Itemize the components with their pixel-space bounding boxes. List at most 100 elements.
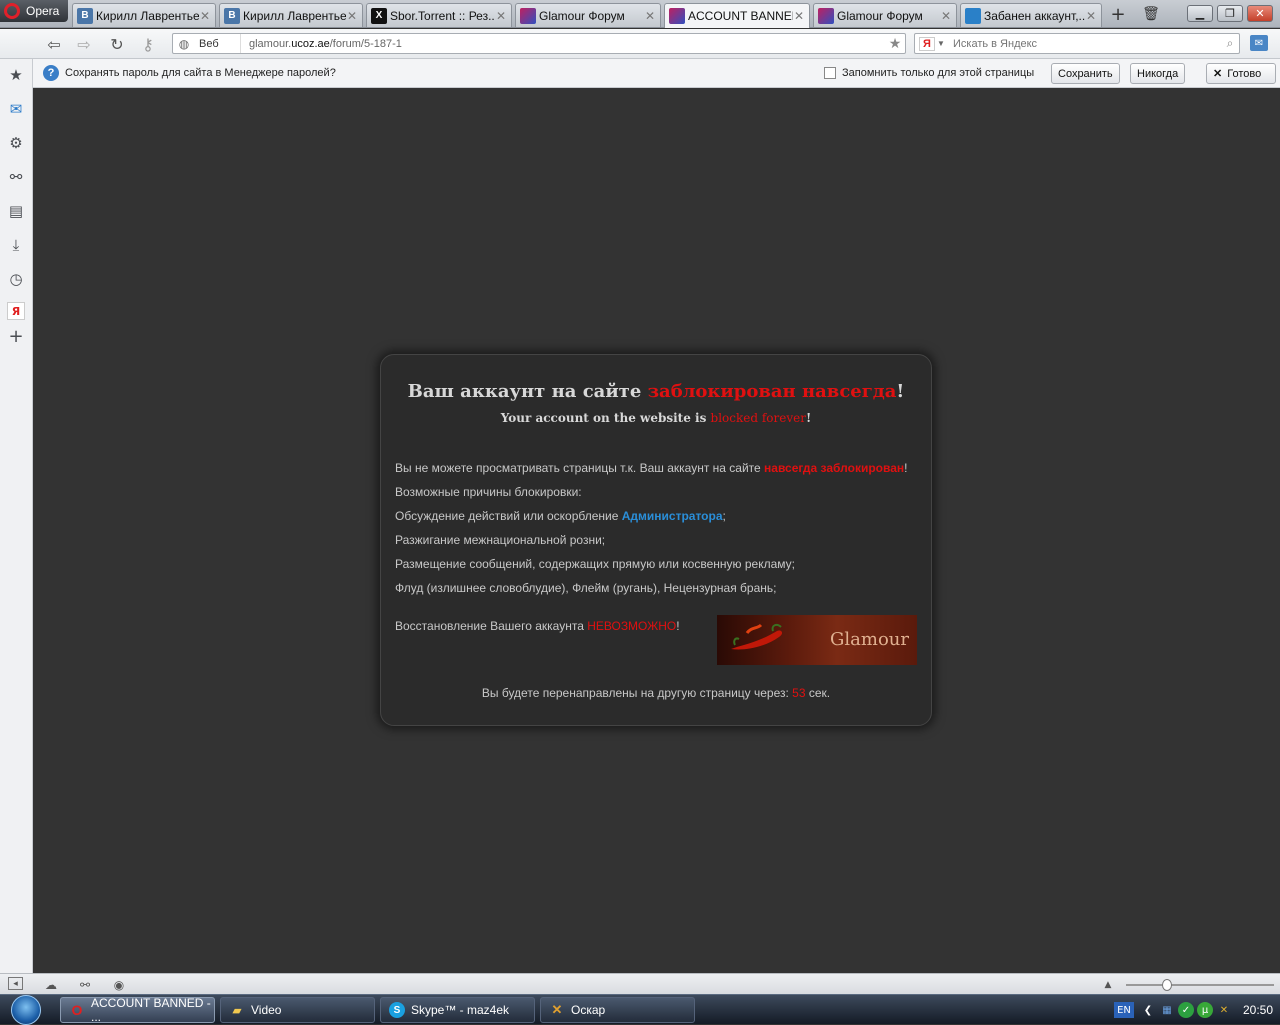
remember-checkbox[interactable] bbox=[824, 67, 836, 79]
utorrent-icon[interactable]: µ bbox=[1197, 1002, 1213, 1018]
key-icon[interactable]: ⚷ bbox=[137, 34, 159, 54]
oscar-icon: ✕ bbox=[551, 1002, 563, 1017]
address-toolbar: ⇦ ⇨ ↻ ⚷ ◍ Веб glamour.ucoz.ae/forum/5-18… bbox=[0, 29, 1280, 59]
zoom-slider[interactable] bbox=[1126, 979, 1274, 991]
web-label[interactable]: Веб bbox=[195, 34, 241, 53]
search-field[interactable]: Я ▼ ⌕ bbox=[914, 33, 1240, 54]
chevron-left-icon[interactable]: ❮ bbox=[1140, 1002, 1156, 1018]
tab-label: Забанен аккаунт,... bbox=[984, 8, 1085, 23]
tab-label: Glamour Форум bbox=[539, 8, 625, 23]
tab-glamour-forum-1[interactable]: Glamour Форум ✕ bbox=[515, 3, 661, 27]
bookmark-star-icon[interactable]: ★ bbox=[885, 35, 905, 52]
add-panel-icon[interactable]: + bbox=[7, 326, 25, 347]
unite-icon[interactable]: ⚯ bbox=[7, 168, 25, 186]
notice-suffix: ! bbox=[904, 461, 908, 475]
taskbar-item-oscar[interactable]: ✕ Оскар bbox=[540, 997, 695, 1023]
new-tab-button[interactable]: + bbox=[1108, 4, 1128, 25]
tab-ucoz-banned[interactable]: Забанен аккаунт,... ✕ bbox=[960, 3, 1102, 27]
glamour-icon bbox=[520, 7, 536, 24]
subtitle-suffix: ! bbox=[806, 411, 812, 425]
restore-button[interactable]: ❐ bbox=[1217, 5, 1243, 22]
mail-icon[interactable]: ✉ bbox=[1250, 35, 1268, 51]
opera-menu-button[interactable]: Opera bbox=[0, 0, 68, 22]
address-field[interactable]: ◍ Веб glamour.ucoz.ae/forum/5-187-1 ★ bbox=[172, 33, 906, 54]
tab-vk-1[interactable]: B Кирилл Лаврентьев ✕ bbox=[72, 3, 216, 27]
history-clock-icon[interactable]: ◷ bbox=[7, 270, 25, 288]
yandex-icon[interactable]: Я bbox=[7, 302, 25, 320]
close-icon[interactable]: ✕ bbox=[1085, 9, 1097, 23]
vk-icon: B bbox=[77, 7, 93, 24]
search-icon[interactable]: ⌕ bbox=[1221, 36, 1239, 51]
zoom-slider-thumb[interactable] bbox=[1162, 979, 1173, 991]
taskbar-item-opera[interactable]: O ACCOUNT BANNED - ... bbox=[60, 996, 215, 1024]
notes-icon[interactable]: ▤ bbox=[7, 202, 25, 220]
tab-bar: Opera B Кирилл Лаврентьев ✕ B Кирилл Лав… bbox=[0, 0, 1280, 28]
save-button[interactable]: Сохранить bbox=[1051, 63, 1120, 84]
done-label: Готово bbox=[1227, 67, 1262, 80]
mail-icon[interactable]: ✉ bbox=[7, 100, 25, 118]
close-icon[interactable]: ✕ bbox=[199, 9, 211, 23]
close-icon[interactable]: ✕ bbox=[940, 9, 952, 23]
close-icon: ✕ bbox=[1213, 68, 1223, 80]
tab-vk-2[interactable]: B Кирилл Лаврентьев ✕ bbox=[219, 3, 363, 27]
remember-checkbox-label[interactable]: Запомнить только для этой страницы bbox=[842, 67, 1034, 79]
taskbar-item-video-folder[interactable]: ▰ Video bbox=[220, 997, 375, 1023]
info-icon: ? bbox=[43, 65, 59, 81]
notice-prefix: Вы не можете просматривать страницы т.к.… bbox=[395, 461, 765, 475]
glamour-icon bbox=[669, 8, 685, 24]
reload-icon[interactable]: ↻ bbox=[106, 34, 128, 54]
tab-account-banned[interactable]: ACCOUNT BANNED ✕ bbox=[664, 3, 810, 28]
chevron-up-icon[interactable]: ▲ bbox=[1100, 977, 1116, 992]
subtitle-highlight: blocked forever bbox=[710, 411, 806, 425]
close-icon[interactable]: ✕ bbox=[793, 9, 805, 23]
ucoz-icon bbox=[965, 7, 981, 24]
tab-sbor-torrent[interactable]: X Sbor.Torrent :: Рез... ✕ bbox=[366, 3, 512, 27]
minimize-button[interactable]: ▁ bbox=[1187, 5, 1213, 22]
done-button[interactable]: ✕ Готово bbox=[1206, 63, 1276, 84]
taskbar-item-label: Skype™ - maz4ek bbox=[411, 1003, 510, 1017]
glamour-banner-image[interactable]: Glamour bbox=[717, 615, 917, 665]
downloads-icon[interactable]: ⤓ bbox=[7, 236, 25, 254]
tab-glamour-forum-2[interactable]: Glamour Форум ✕ bbox=[813, 3, 957, 27]
speed-dial-icon[interactable]: ◉ bbox=[111, 977, 127, 992]
trash-icon[interactable]: 🗑 bbox=[1141, 4, 1161, 24]
back-arrow-icon[interactable]: ⇦ bbox=[43, 34, 65, 54]
skype-icon: S bbox=[389, 1002, 405, 1018]
redirect-suffix: сек. bbox=[805, 686, 831, 700]
taskbar-item-label: ACCOUNT BANNED - ... bbox=[91, 996, 211, 1024]
page-content: Ваш аккаунт на сайте заблокирован навсег… bbox=[34, 88, 1280, 973]
close-window-button[interactable]: ✕ bbox=[1247, 5, 1273, 22]
start-button[interactable] bbox=[4, 995, 48, 1025]
gear-icon[interactable]: ⚙ bbox=[7, 134, 25, 152]
close-icon[interactable]: ✕ bbox=[346, 9, 358, 23]
globe-icon: ◍ bbox=[178, 36, 190, 51]
chevron-down-icon[interactable]: ▼ bbox=[935, 39, 947, 48]
panel-toggle-icon[interactable]: ◂ bbox=[8, 977, 23, 990]
torrent-icon: X bbox=[371, 7, 387, 24]
sidebar: ★ ✉ ⚙ ⚯ ▤ ⤓ ◷ Я + bbox=[0, 59, 33, 973]
forward-arrow-icon[interactable]: ⇨ bbox=[73, 34, 95, 54]
language-indicator[interactable]: EN bbox=[1114, 1002, 1134, 1018]
search-input[interactable] bbox=[947, 37, 1221, 50]
icq-status-icon[interactable]: ✓ bbox=[1178, 1002, 1194, 1018]
ban-message-box: Ваш аккаунт на сайте заблокирован навсег… bbox=[380, 354, 932, 726]
network-icon[interactable]: ▦ bbox=[1159, 1002, 1175, 1018]
bookmarks-star-icon[interactable]: ★ bbox=[7, 66, 25, 84]
never-button[interactable]: Никогда bbox=[1130, 63, 1186, 84]
close-icon[interactable]: ✕ bbox=[644, 9, 656, 23]
oscar-tray-icon[interactable]: ✕ bbox=[1216, 1002, 1232, 1018]
ban-notice-line: Вы не можете просматривать страницы т.к.… bbox=[395, 461, 907, 475]
restore-highlight: НЕВОЗМОЖНО bbox=[587, 619, 677, 633]
reasons-heading: Возможные причины блокировки: bbox=[395, 485, 582, 499]
clock[interactable]: 20:50 bbox=[1243, 1003, 1273, 1017]
yandex-icon[interactable]: Я bbox=[919, 36, 935, 51]
opera-icon: O bbox=[71, 1002, 83, 1018]
cloud-icon[interactable]: ☁ bbox=[43, 977, 59, 992]
close-icon[interactable]: ✕ bbox=[495, 9, 507, 23]
restore-notice: Восстановление Вашего аккаунта НЕВОЗМОЖН… bbox=[395, 619, 680, 633]
url-text[interactable]: glamour.ucoz.ae/forum/5-187-1 bbox=[241, 38, 885, 50]
taskbar-item-skype[interactable]: S Skype™ - maz4ek bbox=[380, 997, 535, 1023]
reason-item: Обсуждение действий или оскорбление Адми… bbox=[395, 509, 726, 523]
unite-icon[interactable]: ⚯ bbox=[77, 977, 93, 992]
administrator-link[interactable]: Администратора bbox=[622, 509, 723, 523]
